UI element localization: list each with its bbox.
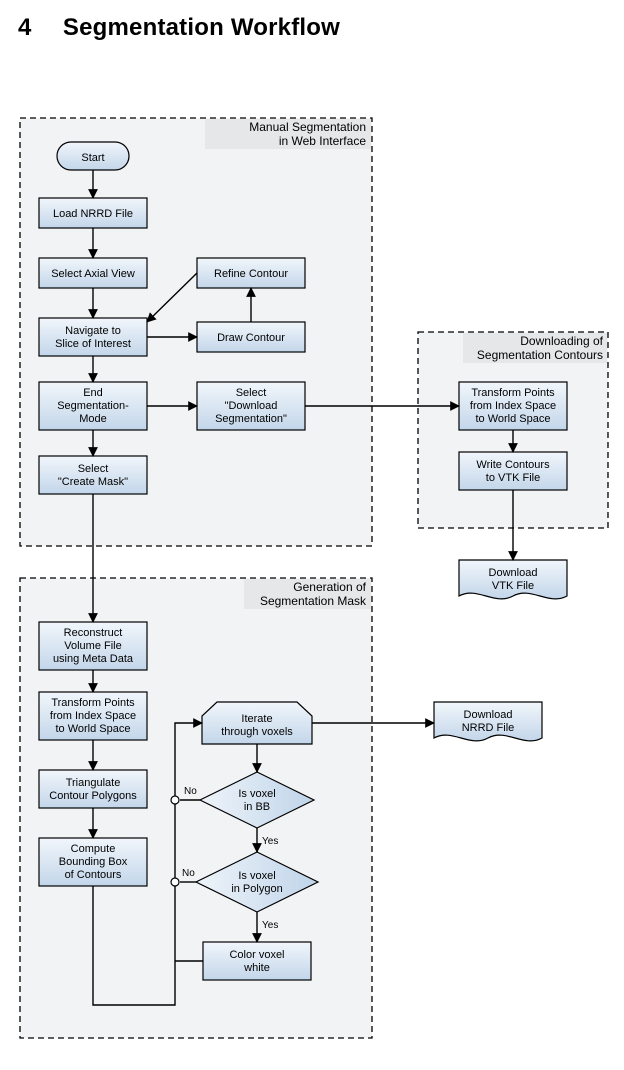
- node-transform2-l3: to World Space: [55, 723, 130, 735]
- node-color: [203, 942, 311, 980]
- node-download-vtk-l1: Download: [489, 567, 538, 579]
- merge-point: [171, 878, 179, 886]
- node-voxel-bb-l1: Is voxel: [238, 788, 275, 800]
- node-bbox-l2: Bounding Box: [59, 856, 128, 868]
- node-transform2-l1: Transform Points: [51, 697, 135, 709]
- node-bbox-l3: of Contours: [65, 869, 122, 881]
- node-write-contours-l1: Write Contours: [476, 459, 550, 471]
- group-download-label-l2: Segmentation Contours: [477, 348, 603, 362]
- merge-point: [171, 796, 179, 804]
- group-mask-label-l2: Segmentation Mask: [260, 594, 367, 608]
- node-write-contours-l2: to VTK File: [486, 472, 540, 484]
- node-transform1-l3: to World Space: [475, 413, 550, 425]
- node-download-vtk: Download VTK File: [459, 560, 567, 599]
- node-voxel-poly-l2: in Polygon: [231, 883, 282, 895]
- node-select-axial-label: Select Axial View: [51, 268, 135, 280]
- group-manual-label-l1: Manual Segmentation: [249, 120, 366, 134]
- node-iterate-l2: through voxels: [221, 726, 293, 738]
- flowchart-diagram: Manual Segmentation in Web Interface Sta…: [0, 0, 624, 1070]
- node-bbox-l1: Compute: [71, 843, 116, 855]
- node-write-contours: [459, 452, 567, 490]
- node-triangulate: [39, 770, 147, 808]
- node-reconstruct-l2: Volume File: [64, 640, 121, 652]
- node-refine-label: Refine Contour: [214, 268, 288, 280]
- node-draw-label: Draw Contour: [217, 332, 285, 344]
- node-navigate-l1: Navigate to: [65, 325, 121, 337]
- node-transform1-l2: from Index Space: [470, 400, 556, 412]
- node-navigate-l2: Slice of Interest: [55, 338, 131, 350]
- node-iterate-l1: Iterate: [241, 713, 272, 725]
- node-start-label: Start: [81, 152, 104, 164]
- node-color-l2: white: [243, 962, 270, 974]
- node-triangulate-l2: Contour Polygons: [49, 790, 137, 802]
- label-no: No: [182, 868, 195, 879]
- node-color-l1: Color voxel: [229, 949, 284, 961]
- node-select-download-l1: Select: [236, 387, 267, 399]
- node-download-nrrd: Download NRRD File: [434, 702, 542, 741]
- label-yes: Yes: [262, 920, 278, 931]
- node-end-seg-l1: End: [83, 387, 103, 399]
- node-download-vtk-l2: VTK File: [492, 580, 534, 592]
- node-reconstruct-l3: using Meta Data: [53, 653, 134, 665]
- node-select-download-l3: Segmentation": [215, 413, 287, 425]
- node-reconstruct-l1: Reconstruct: [64, 627, 123, 639]
- node-select-download-l2: "Download: [225, 400, 278, 412]
- label-no: No: [184, 786, 197, 797]
- node-end-seg-l3: Mode: [79, 413, 107, 425]
- node-download-nrrd-l1: Download: [464, 709, 513, 721]
- node-select-create-l1: Select: [78, 463, 109, 475]
- node-voxel-bb-l2: in BB: [244, 801, 270, 813]
- group-manual-label-l2: in Web Interface: [279, 134, 366, 148]
- group-download-label-l1: Downloading of: [520, 334, 603, 348]
- node-transform1-l1: Transform Points: [471, 387, 555, 399]
- node-select-create: [39, 456, 147, 494]
- node-load-nrrd-label: Load NRRD File: [53, 208, 133, 220]
- node-navigate: [39, 318, 147, 356]
- node-download-nrrd-l2: NRRD File: [462, 722, 515, 734]
- label-yes: Yes: [262, 836, 278, 847]
- node-iterate: Iterate through voxels: [202, 702, 312, 744]
- node-triangulate-l1: Triangulate: [66, 777, 121, 789]
- node-transform2-l2: from Index Space: [50, 710, 136, 722]
- node-voxel-poly-l1: Is voxel: [238, 870, 275, 882]
- node-select-create-l2: "Create Mask": [58, 476, 128, 488]
- node-end-seg-l2: Segmentation-: [57, 400, 129, 412]
- group-mask-label-l1: Generation of: [293, 580, 366, 594]
